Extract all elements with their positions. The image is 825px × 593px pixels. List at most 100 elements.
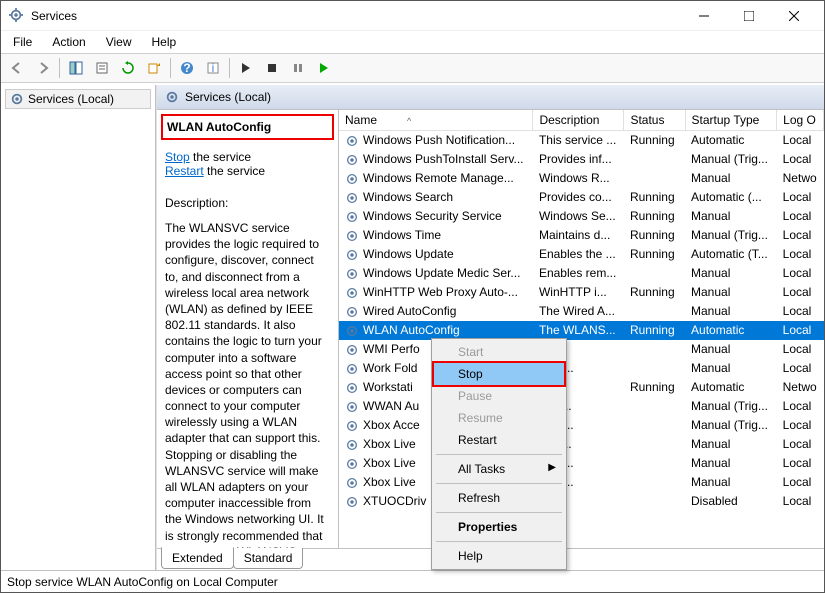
services-icon — [9, 8, 25, 24]
cell-status — [624, 169, 685, 188]
column-description[interactable]: Description — [533, 110, 624, 131]
cell-startup: Manual — [685, 264, 777, 283]
nav-label: Services (Local) — [28, 92, 114, 106]
table-row[interactable]: XTUOCDrivOv...DisabledLocal — [339, 492, 824, 511]
tab-standard[interactable]: Standard — [233, 548, 304, 569]
back-button[interactable] — [5, 56, 29, 80]
table-row[interactable]: Windows Security ServiceWindows Se...Run… — [339, 207, 824, 226]
table-row[interactable]: Windows Remote Manage...Windows R...Manu… — [339, 169, 824, 188]
table-row[interactable]: Windows PushToInstall Serv...Provides in… — [339, 150, 824, 169]
menu-file[interactable]: File — [5, 33, 40, 51]
toolbar: ? i — [1, 53, 824, 83]
refresh-button[interactable] — [116, 56, 140, 80]
table-row[interactable]: Windows Update Medic Ser...Enables rem..… — [339, 264, 824, 283]
svg-text:?: ? — [183, 61, 190, 75]
column-logon[interactable]: Log O — [777, 110, 824, 131]
cell-logon: Netwo — [777, 169, 824, 188]
cell-logon: Local — [777, 359, 824, 378]
cell-logon: Local — [777, 131, 824, 150]
table-row[interactable]: Xbox Accevice ...Manual (Trig...Local — [339, 416, 824, 435]
menu-item-restart[interactable]: Restart — [434, 429, 564, 451]
column-status[interactable]: Status — [624, 110, 685, 131]
cell-name: Windows Search — [339, 188, 533, 207]
selected-service-title: WLAN AutoConfig — [167, 120, 328, 134]
table-row[interactable]: Wired AutoConfigThe Wired A...ManualLoca… — [339, 302, 824, 321]
table-row[interactable]: WLAN AutoConfigThe WLANS...RunningAutoma… — [339, 321, 824, 340]
submenu-arrow-icon: ▶ — [548, 462, 556, 473]
menu-item-stop[interactable]: Stop — [432, 361, 566, 387]
cell-name: WinHTTP Web Proxy Auto-... — [339, 283, 533, 302]
table-row[interactable]: WWAN Aus pe...Manual (Trig...Local — [339, 397, 824, 416]
cell-description: The WLANS... — [533, 321, 624, 340]
cell-status — [624, 454, 685, 473]
table-row[interactable]: Windows Push Notification...This service… — [339, 131, 824, 150]
cell-logon: Local — [777, 473, 824, 492]
maximize-button[interactable] — [726, 2, 771, 30]
menu-item-refresh[interactable]: Refresh — [434, 487, 564, 509]
cell-status — [624, 302, 685, 321]
export-button[interactable] — [142, 56, 166, 80]
selected-service-title-box: WLAN AutoConfig — [161, 114, 334, 140]
cell-status: Running — [624, 321, 685, 340]
window-title: Services — [31, 9, 681, 23]
table-row[interactable]: Work Foldvice ...ManualLocal — [339, 359, 824, 378]
stop-service-link[interactable]: Stop — [165, 150, 190, 164]
cell-startup: Manual (Trig... — [685, 416, 777, 435]
cell-status: Running — [624, 283, 685, 302]
table-row[interactable]: Windows SearchProvides co...RunningAutom… — [339, 188, 824, 207]
start-service-button[interactable] — [234, 56, 258, 80]
minimize-button[interactable] — [681, 2, 726, 30]
help-button[interactable]: ? — [175, 56, 199, 80]
cell-status: Running — [624, 378, 685, 397]
menu-action[interactable]: Action — [44, 33, 93, 51]
table-row[interactable]: Xbox Live s au...ManualLocal — [339, 435, 824, 454]
cell-status — [624, 473, 685, 492]
cell-status — [624, 150, 685, 169]
close-button[interactable] — [771, 2, 816, 30]
table-row[interactable]: Windows UpdateEnables the ...RunningAuto… — [339, 245, 824, 264]
cell-description: Maintains d... — [533, 226, 624, 245]
cell-logon: Local — [777, 340, 824, 359]
cell-startup: Manual — [685, 169, 777, 188]
tab-extended[interactable]: Extended — [161, 547, 234, 569]
table-row[interactable]: Windows TimeMaintains d...RunningManual … — [339, 226, 824, 245]
cell-name: Windows PushToInstall Serv... — [339, 150, 533, 169]
cell-startup: Manual — [685, 302, 777, 321]
table-row[interactable]: Xbox Live vice ...ManualLocal — [339, 473, 824, 492]
cell-logon: Local — [777, 188, 824, 207]
restart-service-link[interactable]: Restart — [165, 164, 204, 178]
menu-item-all-tasks[interactable]: All Tasks▶ — [434, 458, 564, 480]
table-row[interactable]: Workstatind ...RunningAutomaticNetwo — [339, 378, 824, 397]
nav-services-local[interactable]: Services (Local) — [5, 89, 151, 109]
description-label: Description: — [165, 196, 330, 210]
cell-description: Windows Se... — [533, 207, 624, 226]
main-header-text: Services (Local) — [185, 90, 271, 104]
cell-name: WLAN AutoConfig — [339, 321, 533, 340]
menu-separator — [436, 483, 562, 484]
menu-item-help[interactable]: Help — [434, 545, 564, 567]
cell-status — [624, 340, 685, 359]
table-row[interactable]: WMI PerfoManualLocal — [339, 340, 824, 359]
menu-bar: File Action View Help — [1, 31, 824, 53]
pause-service-button[interactable] — [286, 56, 310, 80]
cell-startup: Manual — [685, 454, 777, 473]
cell-status: Running — [624, 226, 685, 245]
forward-button[interactable] — [31, 56, 55, 80]
properties-toolbar-button[interactable] — [90, 56, 114, 80]
menu-separator — [436, 541, 562, 542]
about-button[interactable]: i — [201, 56, 225, 80]
column-startup[interactable]: Startup Type — [685, 110, 777, 131]
menu-item-properties[interactable]: Properties — [434, 516, 564, 538]
column-name[interactable]: Name^ — [339, 110, 533, 131]
restart-service-button[interactable] — [312, 56, 336, 80]
show-hide-tree-button[interactable] — [64, 56, 88, 80]
menu-view[interactable]: View — [98, 33, 140, 51]
stop-service-button[interactable] — [260, 56, 284, 80]
cell-logon: Local — [777, 283, 824, 302]
cell-startup: Manual (Trig... — [685, 150, 777, 169]
cell-logon: Local — [777, 150, 824, 169]
cell-description: Enables the ... — [533, 245, 624, 264]
table-row[interactable]: WinHTTP Web Proxy Auto-...WinHTTP i...Ru… — [339, 283, 824, 302]
menu-help[interactable]: Help — [144, 33, 185, 51]
table-row[interactable]: Xbox Live vice ...ManualLocal — [339, 454, 824, 473]
